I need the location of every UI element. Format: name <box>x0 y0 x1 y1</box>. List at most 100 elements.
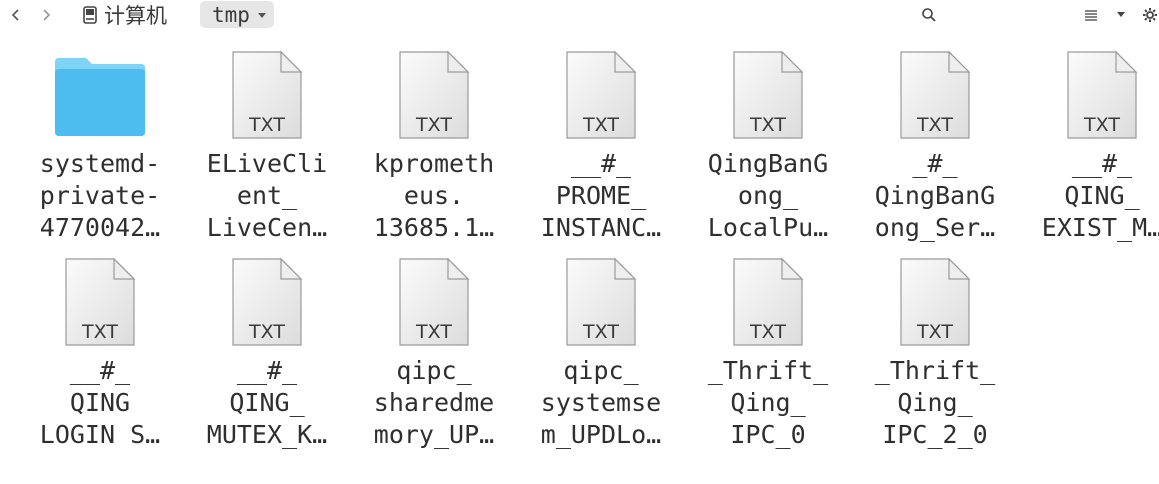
folder-item[interactable]: systemd-private- 4770042… <box>20 50 180 250</box>
file-type-badge: TXT <box>415 114 452 136</box>
file-name-label: __#_ QING_ MUTEX_K… <box>187 355 347 451</box>
file-name-line: LOGIN S… <box>39 420 161 449</box>
text-file-icon: TXT <box>563 257 639 353</box>
file-name-label: _Thrift_ Qing_ IPC_2_0 <box>855 355 1015 451</box>
file-type-badge: TXT <box>248 321 285 343</box>
file-name-line: QING_ <box>229 388 305 417</box>
search-button[interactable] <box>917 3 941 27</box>
file-name-line: IPC_2_0 <box>882 420 988 449</box>
file-name-line: _Thrift_ <box>874 356 996 385</box>
back-button[interactable] <box>4 3 28 27</box>
file-name-line: _Thrift_ <box>707 356 829 385</box>
file-name-line: QingBanG <box>707 149 829 178</box>
file-name-line: kprometh <box>373 149 495 178</box>
breadcrumb-computer[interactable]: 计算机 <box>82 2 167 28</box>
file-type-badge: TXT <box>916 321 953 343</box>
file-name-line: EXIST_M… <box>1041 213 1159 242</box>
file-name-line: systemse <box>540 388 662 417</box>
file-type-badge: TXT <box>749 321 786 343</box>
file-type-badge: TXT <box>81 321 118 343</box>
text-file-icon: TXT <box>396 257 472 353</box>
file-name-line: qipc_ <box>563 356 639 385</box>
file-name-line: ent_ <box>236 181 298 210</box>
text-file-icon: TXT <box>563 50 639 146</box>
file-name-label: __#_ PROME_ INSTANC… <box>521 148 681 244</box>
file-name-line: qipc_ <box>396 356 472 385</box>
file-type-badge: TXT <box>248 114 285 136</box>
breadcrumb-current[interactable]: tmp <box>200 1 274 28</box>
file-name-label: _Thrift_ Qing_ IPC_0 <box>688 355 848 451</box>
text-file-icon: TXT <box>730 257 806 353</box>
file-name-label: qipc_ systemse m_UPDLo… <box>521 355 681 451</box>
file-name-line: LocalPu… <box>707 213 829 242</box>
text-file-icon: TXT <box>897 50 973 146</box>
file-item[interactable]: TXT __#_ PROME_ INSTANC… <box>521 50 681 250</box>
file-name-label: kprometh eus. 13685.1… <box>354 148 514 244</box>
file-name-line: ong_ <box>737 181 799 210</box>
file-item[interactable]: TXT _Thrift_ Qing_ IPC_2_0 <box>855 257 1015 457</box>
chevron-right-icon <box>43 9 51 21</box>
text-file-icon: TXT <box>396 50 472 146</box>
view-mode-button[interactable] <box>1079 3 1103 27</box>
file-name-line: 4770042… <box>39 213 161 242</box>
file-type-badge: TXT <box>582 114 619 136</box>
file-item[interactable]: TXT QingBanG ong_ LocalPu… <box>688 50 848 250</box>
file-name-line: Qing_ <box>730 388 806 417</box>
file-name-line: LiveCen… <box>206 213 328 242</box>
file-name-line: ong_Ser… <box>874 213 996 242</box>
forward-button[interactable] <box>34 3 58 27</box>
file-name-line: MUTEX_K… <box>206 420 328 449</box>
file-type-badge: TXT <box>749 114 786 136</box>
file-name-line: Qing_ <box>897 388 973 417</box>
file-item[interactable]: TXT kprometh eus. 13685.1… <box>354 50 514 250</box>
file-name-line: QING_ <box>1064 181 1140 210</box>
file-type-badge: TXT <box>415 321 452 343</box>
text-file-icon: TXT <box>897 257 973 353</box>
text-file-icon: TXT <box>62 257 138 353</box>
file-item[interactable]: TXT __#_ QING_ EXIST_M… <box>1022 50 1159 250</box>
chevron-down-icon <box>257 13 266 18</box>
file-name-line: __#_ <box>570 149 632 178</box>
settings-button[interactable] <box>1142 3 1159 27</box>
toolbar: 计算机 tmp <box>0 0 1159 30</box>
breadcrumb-current-label: tmp <box>212 2 250 27</box>
file-name-line: QingBanG <box>874 181 996 210</box>
file-name-label: __#_ QING_ EXIST_M… <box>1022 148 1159 244</box>
file-name-line: sharedme <box>373 388 495 417</box>
file-name-line: IPC_0 <box>730 420 806 449</box>
file-type-badge: TXT <box>582 321 619 343</box>
file-name-line: private- <box>39 181 161 210</box>
file-type-badge: TXT <box>916 114 953 136</box>
folder-icon <box>52 50 148 144</box>
text-file-icon: TXT <box>229 257 305 353</box>
file-item[interactable]: TXT _#_ QingBanG ong_Ser… <box>855 50 1015 250</box>
list-view-icon <box>1085 10 1097 21</box>
file-item[interactable]: TXT ELiveCli ent_ LiveCen… <box>187 50 347 250</box>
file-name-line: PROME_ <box>555 181 647 210</box>
file-name-line: m_UPDLo… <box>540 420 662 449</box>
sort-menu-button[interactable] <box>1109 3 1133 27</box>
search-icon <box>922 8 936 22</box>
file-name-line: QING <box>69 388 131 417</box>
file-item[interactable]: TXT qipc_ sharedme mory_UP… <box>354 257 514 457</box>
file-name-line: 13685.1… <box>373 213 495 242</box>
chevron-left-icon <box>11 9 19 21</box>
file-name-line: __#_ <box>69 356 131 385</box>
gear-icon <box>1143 8 1157 22</box>
file-name-label: ELiveCli ent_ LiveCen… <box>187 148 347 244</box>
file-name-line: _#_ <box>912 149 958 178</box>
file-item[interactable]: TXT __#_ QING_ MUTEX_K… <box>187 257 347 457</box>
text-file-icon: TXT <box>1064 50 1140 146</box>
file-name-label: qipc_ sharedme mory_UP… <box>354 355 514 451</box>
file-item[interactable]: TXT _Thrift_ Qing_ IPC_0 <box>688 257 848 457</box>
file-item[interactable]: TXT qipc_ systemse m_UPDLo… <box>521 257 681 457</box>
file-name-label: _#_ QingBanG ong_Ser… <box>855 148 1015 244</box>
file-name-line: eus. <box>403 181 465 210</box>
breadcrumb-computer-label: 计算机 <box>104 4 167 28</box>
file-name-line: mory_UP… <box>373 420 495 449</box>
file-item[interactable]: TXT __#_ QING LOGIN S… <box>20 257 180 457</box>
hard-drive-icon <box>83 6 97 24</box>
file-name-line: INSTANC… <box>540 213 662 242</box>
file-type-badge: TXT <box>1083 114 1120 136</box>
file-name-line: __#_ <box>1071 149 1133 178</box>
